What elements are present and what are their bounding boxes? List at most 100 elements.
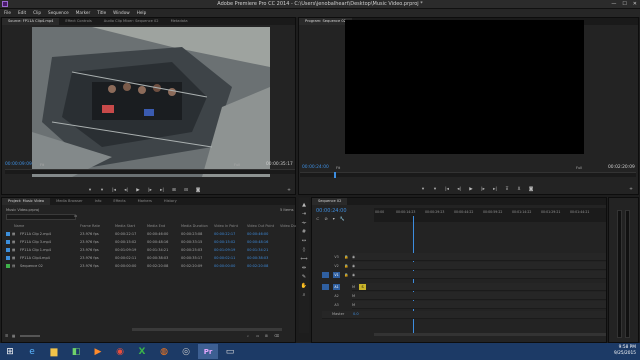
search-icon[interactable]: ⌕ — [247, 334, 249, 338]
step-forward-button[interactable]: |▸ — [147, 187, 153, 193]
col-video-out[interactable]: Video Out Point — [247, 222, 274, 230]
mute-button[interactable]: M — [352, 294, 355, 298]
pen-tool-icon[interactable]: ✎ — [302, 274, 306, 280]
item-video-in[interactable]: 00:00:02:11 — [214, 254, 235, 262]
track-v1[interactable] — [352, 271, 606, 279]
play-button[interactable]: ▶ — [135, 187, 141, 193]
excel-icon[interactable]: X — [132, 344, 152, 359]
item-video-out[interactable]: 00:00:48:16 — [247, 238, 268, 246]
col-name[interactable]: Name — [14, 222, 24, 230]
label-color-swatch[interactable] — [6, 240, 10, 244]
source-timecode[interactable]: 00:00:09:09 — [5, 162, 32, 167]
mark-out-button[interactable]: ▾ — [99, 187, 105, 193]
premiere-icon[interactable]: Pr — [198, 344, 218, 359]
ie-icon[interactable]: e — [22, 344, 42, 359]
program-add-button[interactable]: + — [628, 186, 634, 192]
col-media-end[interactable]: Media End — [147, 222, 165, 230]
program-mark-in-button[interactable]: ▾ — [420, 186, 426, 192]
timeline-scrollbar[interactable] — [374, 333, 606, 336]
eye-icon[interactable]: ◉ — [352, 264, 355, 268]
list-item[interactable]: ▦ FP11A Clip4.mp4 23.976 fps 00:00:02:11… — [4, 254, 294, 262]
tab-source[interactable]: Source: FP11A Clip4.mp4 — [2, 18, 60, 25]
go-to-in-button[interactable]: |◂ — [111, 187, 117, 193]
lock-icon[interactable]: 🔒 — [344, 273, 348, 277]
item-video-out[interactable]: 00:01:34:21 — [247, 246, 268, 254]
system-clock[interactable]: 9:58 PM 9/25/2015 — [614, 345, 636, 357]
source-fit-select[interactable]: Fit — [40, 163, 44, 167]
lift-button[interactable]: ⊼ — [504, 186, 510, 192]
program-export-frame-button[interactable]: ◙ — [528, 186, 534, 192]
start-icon[interactable]: ⊞ — [0, 344, 20, 359]
program-play-button[interactable]: ▶ — [468, 186, 474, 192]
eye-icon[interactable]: ◉ — [352, 273, 355, 277]
go-to-out-button[interactable]: ▸| — [159, 187, 165, 193]
item-video-out[interactable]: 00:00:38:03 — [247, 254, 268, 262]
tab-effect-controls[interactable]: Effect Controls — [59, 18, 97, 25]
track-a1[interactable] — [352, 283, 606, 291]
rate-stretch-tool-icon[interactable]: ↔ — [302, 238, 306, 244]
list-item[interactable]: ▦ FP11A Clip 3.mp4 23.976 fps 00:00:15:0… — [4, 238, 294, 246]
menu-marker[interactable]: Marker — [76, 9, 90, 17]
track-label-v2[interactable]: V2 — [333, 263, 340, 269]
maximize-button[interactable]: ☐ — [622, 1, 626, 7]
overwrite-button[interactable]: ⊟ — [183, 187, 189, 193]
item-video-in[interactable]: 00:01:09:19 — [214, 246, 235, 254]
list-item[interactable]: ▦ FP11A Clip 1.mp4 23.976 fps 00:01:09:1… — [4, 246, 294, 254]
extract-button[interactable]: ⊻ — [516, 186, 522, 192]
track-label-v1[interactable]: V1 — [333, 272, 340, 278]
menu-title[interactable]: Title — [97, 9, 106, 17]
lock-icon[interactable]: 🔒 — [344, 264, 348, 268]
zoom-slider[interactable] — [20, 335, 40, 337]
step-back-button[interactable]: ◂| — [123, 187, 129, 193]
program-timecode[interactable]: 00:00:24:00 — [302, 165, 329, 170]
timeline-settings-icon[interactable]: 🔧 — [340, 216, 345, 221]
item-name[interactable]: FP11A Clip 3.mp4 — [20, 238, 51, 246]
eye-icon[interactable]: ◉ — [352, 255, 355, 259]
tab-audio-clip-mixer[interactable]: Audio Clip Mixer: Sequence 02 — [98, 18, 165, 25]
tab-media-browser[interactable]: Media Browser — [50, 198, 89, 205]
rolling-edit-tool-icon[interactable]: # — [302, 229, 306, 235]
track-label-v3[interactable]: V3 — [333, 254, 340, 260]
program-go-to-out-button[interactable]: ▸| — [492, 186, 498, 192]
list-item[interactable]: ▦ FP11A Clip 2.mp4 23.976 fps 00:00:22:1… — [4, 230, 294, 238]
mute-button[interactable]: M — [352, 285, 355, 289]
hand-tool-icon[interactable]: ✋ — [301, 283, 307, 289]
store-icon[interactable]: ◧ — [66, 344, 86, 359]
menu-file[interactable]: File — [4, 9, 11, 17]
tab-info[interactable]: Info — [89, 198, 108, 205]
slip-tool-icon[interactable]: ⟺ — [300, 256, 307, 262]
lock-icon[interactable]: 🔒 — [344, 255, 348, 259]
ripple-edit-tool-icon[interactable]: ⟛ — [302, 220, 307, 226]
program-playhead[interactable] — [334, 172, 336, 178]
item-name[interactable]: FP11A Clip 2.mp4 — [20, 230, 51, 238]
icon-view-icon[interactable]: ▦ — [12, 334, 15, 338]
project-search-input[interactable] — [6, 214, 76, 220]
track-label-a3[interactable]: A3 — [333, 302, 340, 308]
menu-window[interactable]: Window — [113, 9, 130, 17]
steam-icon[interactable]: ◎ — [176, 344, 196, 359]
export-frame-button[interactable]: ◙ — [195, 187, 201, 193]
item-name[interactable]: FP11A Clip 1.mp4 — [20, 246, 51, 254]
new-bin-footer-icon[interactable]: ▭ — [256, 334, 259, 338]
track-v2[interactable] — [352, 262, 606, 270]
item-name[interactable]: FP11A Clip4.mp4 — [20, 254, 50, 262]
item-name[interactable]: Sequence 02 — [20, 262, 43, 270]
explorer-icon[interactable]: ▆ — [44, 344, 64, 359]
source-patch-a1[interactable] — [322, 284, 329, 290]
source-ruler[interactable] — [5, 169, 295, 174]
menu-clip[interactable]: Clip — [33, 9, 41, 17]
track-label-a2[interactable]: A2 — [333, 293, 340, 299]
snap-icon[interactable]: ⊂ — [316, 216, 319, 221]
chrome-icon[interactable]: ◉ — [110, 344, 130, 359]
col-frame-rate[interactable]: Frame Rate — [80, 222, 100, 230]
new-item-icon[interactable]: ⊞ — [265, 334, 268, 338]
program-resolution-select[interactable]: Full — [576, 166, 582, 170]
menu-help[interactable]: Help — [137, 9, 147, 17]
program-step-forward-button[interactable]: |▸ — [480, 186, 486, 192]
item-video-out[interactable]: 00:02:20:08 — [247, 262, 268, 270]
timeline-ruler[interactable]: 00:00 00:00:14:23 00:00:29:23 00:00:44:2… — [374, 208, 606, 222]
timeline-timecode[interactable]: 00:00:24:00 — [316, 208, 347, 214]
linked-selection-icon[interactable]: ⊘ — [324, 216, 327, 221]
add-marker-icon[interactable]: ▾ — [333, 216, 335, 221]
col-video-in[interactable]: Video In Point — [214, 222, 238, 230]
